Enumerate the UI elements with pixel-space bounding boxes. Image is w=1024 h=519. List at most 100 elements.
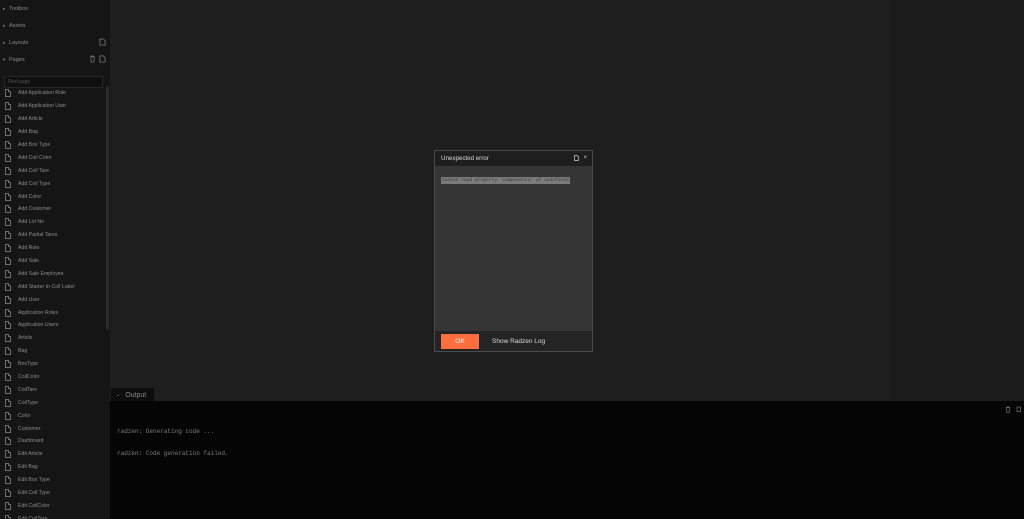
- page-file-icon: [5, 334, 11, 343]
- page-list-item[interactable]: Application Users: [0, 319, 106, 332]
- section-label: Toolbox: [9, 5, 28, 12]
- page-label: Color: [18, 412, 31, 419]
- page-list-item[interactable]: Add Starter In Coil Label: [0, 280, 106, 293]
- page-file-icon: [5, 128, 11, 137]
- page-list-item[interactable]: Edit Box Type: [0, 474, 106, 487]
- page-label: Application Users: [18, 322, 59, 329]
- page-file-icon: [5, 141, 11, 149]
- page-list-item[interactable]: Customer: [0, 422, 106, 435]
- page-list-item[interactable]: Add Coil Color: [0, 151, 106, 164]
- page-list-item[interactable]: Edit CoilColor: [0, 500, 106, 513]
- page-file-icon: [5, 231, 11, 240]
- page-list-item[interactable]: CoilColor: [0, 371, 106, 384]
- copy-output-icon[interactable]: [1016, 406, 1022, 413]
- page-list-item[interactable]: Add User: [0, 293, 106, 306]
- page-label: BoxType: [18, 361, 39, 368]
- page-file-icon: [5, 218, 11, 227]
- dialog-title: Unexpected error: [441, 155, 489, 162]
- pages-list: Add Application Role Add Application User…: [0, 87, 106, 519]
- page-label: Add Sale Employee: [18, 270, 64, 277]
- section-layouts[interactable]: ▸ Layouts: [0, 34, 110, 51]
- page-file-icon: [5, 411, 11, 420]
- show-radzen-log-button[interactable]: Show Radzen Log: [487, 334, 550, 349]
- page-label: Add Box Type: [18, 142, 51, 148]
- page-file-icon: [5, 347, 11, 356]
- page-list-item[interactable]: CoilTare: [0, 383, 106, 396]
- output-tab[interactable]: ⌄ Output: [111, 388, 154, 402]
- page-label: Add Starter In Coil Label: [18, 283, 75, 290]
- trash-icon[interactable]: [89, 55, 96, 63]
- page-file-icon: [5, 373, 11, 382]
- close-icon[interactable]: ×: [583, 155, 587, 161]
- page-list-item[interactable]: Bag: [0, 345, 106, 358]
- page-label: Add Lot No: [18, 219, 44, 226]
- page-label: CoilColor: [18, 374, 40, 381]
- page-list-item[interactable]: Article: [0, 332, 106, 345]
- page-list-item[interactable]: Add Color: [0, 190, 106, 203]
- section-pages[interactable]: ▾ Pages: [0, 51, 110, 68]
- page-list-item[interactable]: Add Box Type: [0, 139, 106, 152]
- error-dialog: Unexpected error × Cannot read property …: [434, 150, 593, 352]
- page-file-icon: [5, 501, 11, 510]
- page-list-item[interactable]: Add Bag: [0, 126, 106, 139]
- page-file-icon: [5, 257, 11, 266]
- page-list-item[interactable]: Application Roles: [0, 306, 106, 319]
- page-file-icon: [5, 115, 11, 124]
- page-file-icon: [5, 450, 11, 459]
- error-message[interactable]: Cannot read property 'components' of und…: [441, 177, 570, 184]
- page-file-icon: [5, 489, 11, 498]
- page-list-item[interactable]: Add Application Role: [0, 87, 106, 100]
- page-list-item[interactable]: Add Customer: [0, 203, 106, 216]
- properties-panel: [890, 0, 1024, 401]
- output-panel: radzen: Generating code ... radzen: Code…: [110, 401, 1024, 519]
- page-list-item[interactable]: Add Role: [0, 242, 106, 255]
- page-file-icon: [5, 424, 11, 433]
- page-list-item[interactable]: Edit CoilTare: [0, 512, 106, 519]
- section-label: Assets: [9, 22, 26, 29]
- page-list-item[interactable]: BoxType: [0, 358, 106, 371]
- page-file-icon: [5, 179, 11, 188]
- page-label: Edit CoilColor: [18, 502, 50, 509]
- page-list-item[interactable]: Add Sale: [0, 255, 106, 268]
- page-list-item[interactable]: Color: [0, 409, 106, 422]
- page-label: Edit Coil Type: [18, 490, 50, 497]
- chevron-down-icon: ⌄: [116, 392, 121, 398]
- page-list-item[interactable]: Dashboard: [0, 435, 106, 448]
- page-list-item[interactable]: Add Article: [0, 113, 106, 126]
- page-list-item[interactable]: Add Application User: [0, 100, 106, 113]
- page-file-icon: [5, 192, 11, 201]
- page-file-icon: [5, 360, 11, 369]
- page-list-item[interactable]: Add Coil Tare: [0, 164, 106, 177]
- page-file-icon: [5, 308, 11, 317]
- page-file-icon: [5, 89, 11, 98]
- section-toolbox[interactable]: ▸ Toolbox: [0, 0, 110, 17]
- sidebar-scrollbar[interactable]: [106, 86, 109, 330]
- page-file-icon: [5, 282, 11, 291]
- page-list-item[interactable]: Add Sale Employee: [0, 267, 106, 280]
- section-assets[interactable]: ▸ Assets: [0, 17, 110, 34]
- page-file-icon: [5, 463, 11, 472]
- page-label: Edit Box Type: [18, 477, 50, 484]
- page-list-item[interactable]: Edit Article: [0, 448, 106, 461]
- page-file-icon: [5, 437, 11, 446]
- page-file-icon: [5, 398, 11, 407]
- page-list-item[interactable]: CoilType: [0, 396, 106, 409]
- page-file-icon: [5, 385, 11, 394]
- new-layout-icon[interactable]: [99, 38, 106, 46]
- page-list-item[interactable]: Add Lot No: [0, 216, 106, 229]
- page-list-item[interactable]: Edit Coil Type: [0, 487, 106, 500]
- page-label: Dashboard: [18, 438, 44, 445]
- output-line: radzen: Code generation failed.: [117, 450, 229, 458]
- page-label: Add Partial Tares: [18, 232, 58, 239]
- ok-button[interactable]: OK: [441, 334, 479, 349]
- page-list-item[interactable]: Edit Bag: [0, 461, 106, 474]
- page-list-item[interactable]: Add Partial Tares: [0, 229, 106, 242]
- page-list-item[interactable]: Add Coil Type: [0, 177, 106, 190]
- copy-icon[interactable]: [574, 155, 580, 161]
- new-page-icon[interactable]: [99, 55, 106, 63]
- page-file-icon: [5, 514, 11, 519]
- page-label: Add Coil Color: [18, 154, 52, 161]
- clear-output-icon[interactable]: [1005, 406, 1011, 413]
- page-label: CoilType: [18, 399, 39, 406]
- page-label: Add User: [18, 296, 40, 303]
